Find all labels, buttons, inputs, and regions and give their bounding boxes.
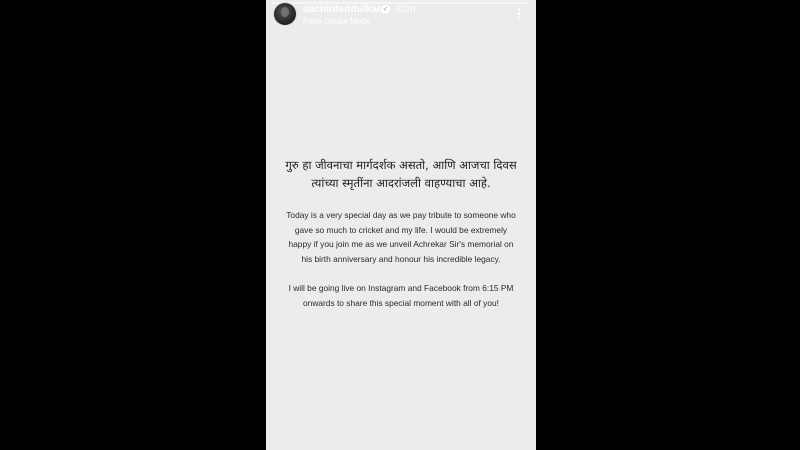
- paragraph-line: onwards to share this special moment wit…: [303, 297, 499, 308]
- tribute-paragraph: Today is a very special day as we pay tr…: [276, 208, 526, 266]
- avatar[interactable]: [274, 3, 296, 25]
- instagram-story-panel[interactable]: sachintendulkar ✓ 32m From Create Mode ग…: [266, 0, 536, 450]
- story-timestamp: 32m: [396, 4, 416, 15]
- paragraph-line: Today is a very special day as we pay tr…: [286, 210, 516, 220]
- page-background: sachintendulkar ✓ 32m From Create Mode ग…: [0, 0, 800, 450]
- paragraph-line: gave so much to cricket and my life. I w…: [294, 224, 508, 235]
- marathi-tribute-text: गुरु हा जीवनाचा मार्गदर्शक असतो, आणि आजच…: [276, 156, 526, 192]
- story-subtitle[interactable]: From Create Mode: [303, 17, 370, 26]
- paragraph-line: his birth anniversary and honour his inc…: [301, 253, 501, 264]
- paragraph-line: I will be going live on Instagram and Fa…: [288, 283, 514, 293]
- verified-badge-icon: ✓: [381, 5, 390, 14]
- username-link[interactable]: sachintendulkar: [303, 4, 381, 15]
- story-header: sachintendulkar ✓ 32m From Create Mode: [266, 0, 536, 34]
- more-vertical-icon[interactable]: [516, 8, 522, 24]
- marathi-line: त्यांच्या स्मृतींना आदरांजली वाहण्याचा आ…: [311, 176, 491, 190]
- marathi-line: गुरु हा जीवनाचा मार्गदर्शक असतो, आणि आजच…: [285, 158, 517, 172]
- live-announcement-paragraph: I will be going live on Instagram and Fa…: [276, 281, 526, 310]
- story-text-content: गुरु हा जीवनाचा मार्गदर्शक असतो, आणि आजच…: [276, 156, 526, 325]
- paragraph-line: happy if you join me as we unveil Achrek…: [288, 239, 514, 249]
